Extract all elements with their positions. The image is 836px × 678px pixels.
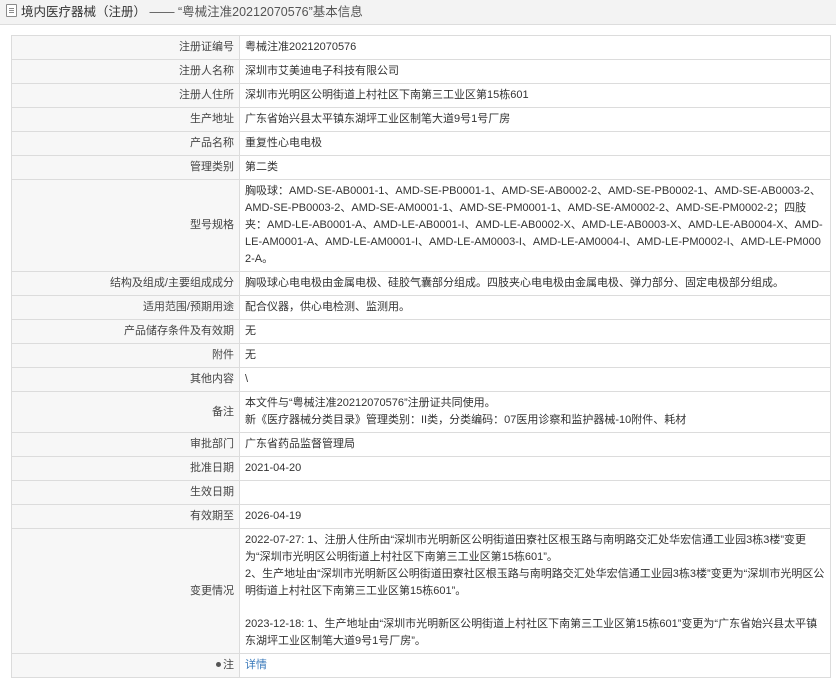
row-value: 粤械注准20212070576 bbox=[239, 35, 831, 60]
row-value: 广东省始兴县太平镇东湖坪工业区制笔大道9号1号厂房 bbox=[239, 107, 831, 132]
row-label: 注册证编号 bbox=[11, 35, 240, 60]
row-label: 结构及组成/主要组成成分 bbox=[11, 271, 240, 296]
change-history-value: 2022-07-27: 1、注册人住所由“深圳市光明新区公明街道田寮社区根玉路与… bbox=[239, 528, 831, 654]
footnote-label: 注 bbox=[11, 653, 240, 678]
info-table-container: 注册证编号 粤械注准20212070576 注册人名称 深圳市艾美迪电子科技有限公司… bbox=[0, 25, 836, 678]
row-value: 胸吸球心电电极由金属电极、硅胶气囊部分组成。四肢夹心电电极由金属电极、弹力部分、… bbox=[239, 271, 831, 296]
model-spec-value: 胸吸球：AMD-SE-AB0001-1、AMD-SE-PB0001-1、AMD-… bbox=[239, 179, 831, 272]
row-label: 备注 bbox=[11, 391, 240, 433]
document-icon bbox=[6, 4, 17, 17]
row-label: 型号规格 bbox=[11, 179, 240, 272]
row-label: 变更情况 bbox=[11, 528, 240, 654]
row-label: 产品名称 bbox=[11, 131, 240, 156]
row-value: 第二类 bbox=[239, 155, 831, 180]
row-value: \ bbox=[239, 367, 831, 392]
page-title: “粤械注准20212070576”基本信息 bbox=[177, 5, 363, 19]
breadcrumb-category-link[interactable]: 境内医疗器械（注册） bbox=[21, 5, 146, 19]
row-value bbox=[239, 480, 831, 505]
row-label: 生产地址 bbox=[11, 107, 240, 132]
row-value: 重复性心电电极 bbox=[239, 131, 831, 156]
row-value: 无 bbox=[239, 319, 831, 344]
row-value: 深圳市光明区公明街道上村社区下南第三工业区第15栋601 bbox=[239, 83, 831, 108]
details-link[interactable]: 详情 bbox=[245, 659, 267, 671]
change-entry: 2023-12-18: 1、生产地址由“深圳市光明新区公明街道上村社区下南第三工… bbox=[245, 618, 818, 647]
row-label: 其他内容 bbox=[11, 367, 240, 392]
row-label: 生效日期 bbox=[11, 480, 240, 505]
row-value: 无 bbox=[239, 343, 831, 368]
row-label: 有效期至 bbox=[11, 504, 240, 529]
footnote-icon bbox=[216, 662, 221, 667]
breadcrumb-separator: —— bbox=[149, 5, 175, 19]
row-value: 2026-04-19 bbox=[239, 504, 831, 529]
row-value: 深圳市艾美迪电子科技有限公司 bbox=[239, 59, 831, 84]
row-label: 产品储存条件及有效期 bbox=[11, 319, 240, 344]
remarks-value: 本文件与“粤械注准20212070576”注册证共同使用。 新《医疗器械分类目录… bbox=[239, 391, 831, 433]
row-label: 注册人名称 bbox=[11, 59, 240, 84]
change-entry: 2022-07-27: 1、注册人住所由“深圳市光明新区公明街道田寮社区根玉路与… bbox=[245, 534, 825, 597]
row-label: 适用范围/预期用途 bbox=[11, 295, 240, 320]
remarks-line: 新《医疗器械分类目录》管理类别：II类，分类编码：07医用诊察和监护器械-10附… bbox=[245, 414, 687, 426]
row-label: 管理类别 bbox=[11, 155, 240, 180]
footnote-label-text: 注 bbox=[223, 659, 234, 671]
page-header: 境内医疗器械（注册） —— “粤械注准20212070576”基本信息 bbox=[0, 0, 836, 25]
row-value: 广东省药品监督管理局 bbox=[239, 432, 831, 457]
row-value: 详情 bbox=[239, 653, 831, 678]
row-label: 注册人住所 bbox=[11, 83, 240, 108]
row-label: 附件 bbox=[11, 343, 240, 368]
row-value: 配合仪器，供心电检测、监测用。 bbox=[239, 295, 831, 320]
remarks-line: 本文件与“粤械注准20212070576”注册证共同使用。 bbox=[245, 397, 496, 409]
row-label: 批准日期 bbox=[11, 456, 240, 481]
basic-info-table: 注册证编号 粤械注准20212070576 注册人名称 深圳市艾美迪电子科技有限公司… bbox=[11, 35, 831, 678]
row-value: 2021-04-20 bbox=[239, 456, 831, 481]
row-label: 审批部门 bbox=[11, 432, 240, 457]
